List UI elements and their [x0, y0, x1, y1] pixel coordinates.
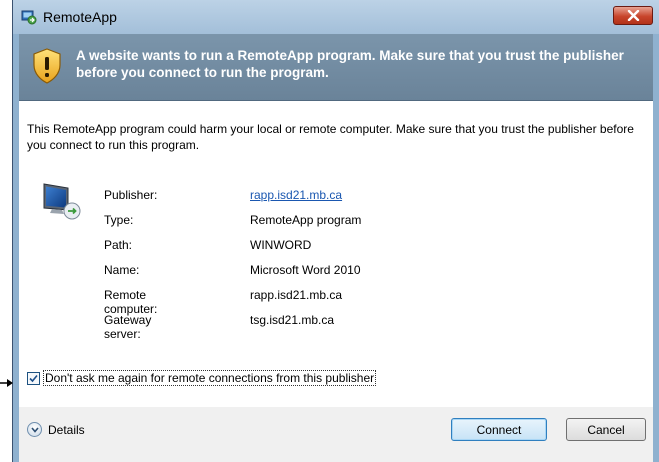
- detail-label: Type:: [104, 213, 134, 227]
- warning-banner: A website wants to run a RemoteApp progr…: [19, 34, 653, 101]
- arrow-pointer-icon: [0, 379, 13, 387]
- cancel-button[interactable]: Cancel: [566, 418, 646, 441]
- detail-value: Microsoft Word 2010: [250, 263, 361, 277]
- title-bar[interactable]: RemoteApp: [13, 0, 659, 34]
- dont-ask-again-label[interactable]: Don't ask me again for remote connection…: [43, 370, 377, 386]
- close-icon: [627, 10, 640, 21]
- checkmark-icon: [29, 374, 38, 383]
- detail-label: Name:: [104, 263, 140, 277]
- remoteapp-dialog: RemoteApp A website wants to run a Remot…: [12, 0, 659, 462]
- dont-ask-again-checkbox[interactable]: [27, 372, 40, 385]
- remoteapp-icon: [21, 10, 37, 25]
- connect-button[interactable]: Connect: [451, 418, 547, 441]
- detail-value: rapp.isd21.mb.ca: [250, 288, 343, 302]
- close-button[interactable]: [613, 6, 653, 25]
- warning-message: This RemoteApp program could harm your l…: [27, 122, 634, 152]
- dialog-body: A website wants to run a RemoteApp progr…: [19, 34, 653, 462]
- banner-message: A website wants to run a RemoteApp progr…: [76, 48, 624, 80]
- dialog-footer: Details Connect Cancel: [19, 407, 653, 462]
- detail-value: WINWORD: [250, 238, 312, 252]
- remote-computer-icon: [43, 183, 81, 220]
- detail-value: tsg.isd21.mb.ca: [250, 313, 335, 327]
- detail-label: Publisher:: [104, 188, 158, 202]
- details-label[interactable]: Details: [48, 423, 85, 437]
- chevron-down-icon[interactable]: [27, 422, 42, 437]
- detail-label: Remote computer:: [104, 288, 158, 316]
- window-title: RemoteApp: [43, 9, 117, 25]
- shield-warning-icon: [33, 48, 61, 84]
- detail-value: RemoteApp program: [250, 213, 362, 227]
- detail-label: Gateway server:: [104, 313, 152, 341]
- detail-label: Path:: [104, 238, 133, 252]
- publisher-link[interactable]: rapp.isd21.mb.ca: [250, 188, 342, 202]
